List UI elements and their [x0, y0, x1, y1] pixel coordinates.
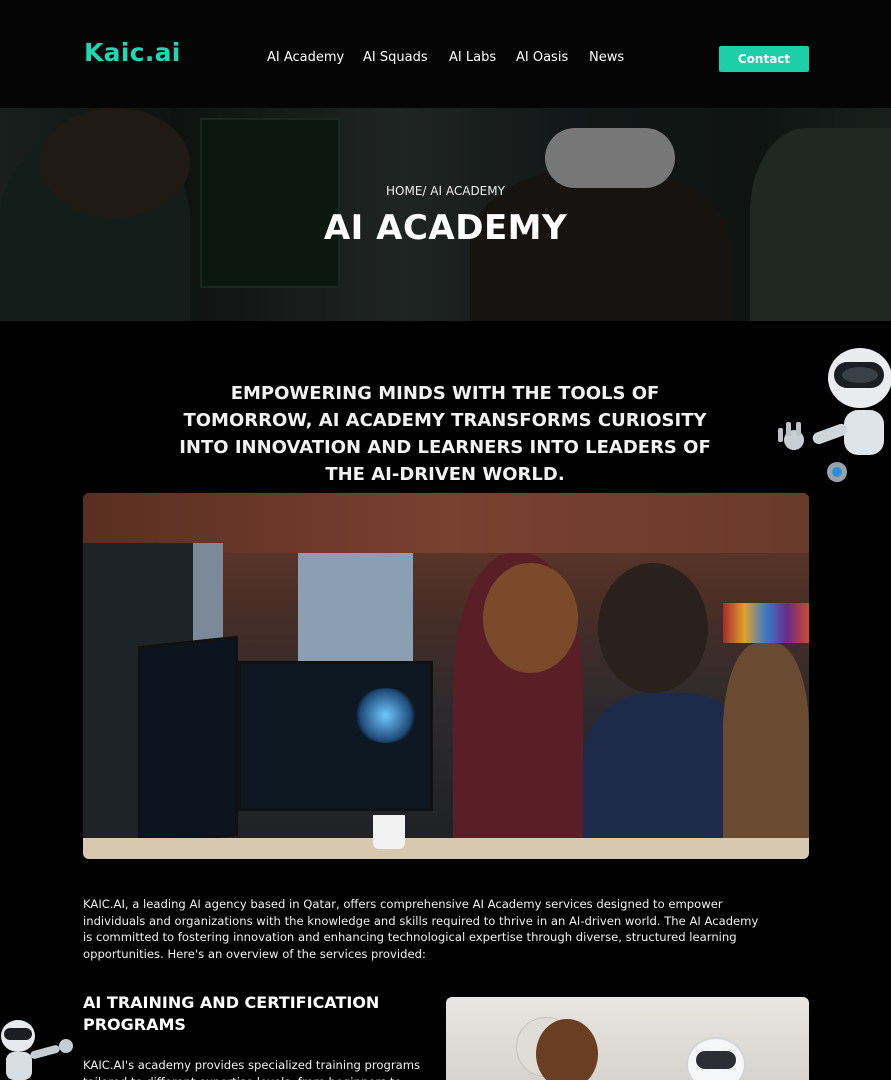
hero-banner: HOME/ AI ACADEMY AI ACADEMY — [0, 108, 891, 321]
photo-bookshelf — [723, 603, 809, 643]
robot-mini-illustration — [1, 1020, 73, 1080]
intro-paragraph: KAIC.AI, a leading AI agency based in Qa… — [83, 897, 759, 961]
nav-link-news[interactable]: News — [589, 50, 624, 65]
photo-mug — [373, 815, 405, 849]
section-title: AI TRAINING AND CERTIFICATION PROGRAMS — [83, 993, 380, 1034]
photo-robot-visor — [696, 1051, 736, 1069]
main-photo — [83, 493, 809, 859]
photo-monitor-left — [138, 635, 238, 847]
photo-student-head — [536, 1019, 598, 1080]
robot-illustration — [778, 348, 891, 482]
photo-desk — [83, 838, 809, 859]
nav-link-ai-oasis[interactable]: AI Oasis — [516, 50, 568, 65]
nav-link-ai-labs[interactable]: AI Labs — [449, 50, 496, 65]
site-header: Kaic.ai AI Academy AI Squads AI Labs AI … — [0, 0, 891, 108]
page-title: AI ACADEMY — [323, 208, 568, 248]
breadcrumb: HOME/ AI ACADEMY — [386, 184, 505, 198]
photo-person-standing-head — [483, 563, 578, 673]
nav-link-ai-academy[interactable]: AI Academy — [267, 50, 344, 65]
section-photo — [446, 997, 809, 1080]
site-logo[interactable]: Kaic.ai — [84, 38, 181, 67]
photo-window-2 — [298, 553, 413, 663]
photo-background-person — [723, 643, 809, 859]
intro-tagline: EMPOWERING MINDS WITH THE TOOLS OF TOMOR… — [179, 383, 711, 485]
photo-monitor-brain — [353, 688, 418, 743]
contact-button[interactable]: Contact — [719, 46, 809, 72]
section-paragraph: KAIC.AI's academy provides specialized t… — [83, 1058, 421, 1080]
photo-person-sitting-head — [598, 563, 708, 693]
nav-link-ai-squads[interactable]: AI Squads — [363, 50, 428, 65]
